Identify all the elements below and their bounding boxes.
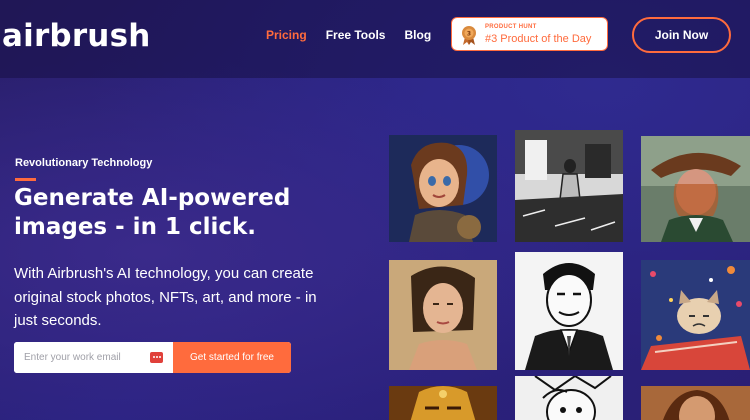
eyebrow-underline xyxy=(15,178,36,181)
gallery-image-grumpy-cat[interactable] xyxy=(641,260,750,370)
image-gallery xyxy=(389,128,750,420)
hero-subtext: With Airbrush's AI technology, you can c… xyxy=(14,265,317,329)
nav-link-free-tools[interactable]: Free Tools xyxy=(326,28,386,42)
nav-link-blog[interactable]: Blog xyxy=(404,28,431,42)
badge-title: #3 Product of the Day xyxy=(485,33,592,45)
gallery-image-sketch-man-suit[interactable] xyxy=(515,252,623,370)
hero-eyebrow: Revolutionary Technology xyxy=(15,157,153,169)
medal-icon: 3 xyxy=(462,26,476,45)
svg-text:3: 3 xyxy=(467,31,471,38)
autofill-icon[interactable] xyxy=(150,352,163,363)
nav-link-pricing[interactable]: Pricing xyxy=(266,28,307,42)
gallery-image-comic-face[interactable] xyxy=(515,376,623,420)
gallery-image-cartoon-heroine[interactable] xyxy=(389,135,497,242)
airbrush-logo[interactable]: airbrush xyxy=(2,18,151,54)
site-header: airbrush Pricing Free Tools Blog 3 PRODU… xyxy=(0,0,750,78)
join-now-button[interactable]: Join Now xyxy=(632,17,731,53)
gallery-image-woman-hat[interactable] xyxy=(641,136,750,242)
main-nav: Pricing Free Tools Blog xyxy=(266,28,431,42)
get-started-button[interactable]: Get started for free xyxy=(173,342,291,373)
gallery-image-golden-mask[interactable] xyxy=(389,386,497,420)
gallery-image-warm-portrait[interactable] xyxy=(641,386,750,420)
badge-caption: PRODUCT HUNT xyxy=(485,24,537,30)
gallery-image-sketch-room[interactable] xyxy=(515,130,623,242)
hero-headline: Generate AI-powered images - in 1 click. xyxy=(14,185,291,240)
gallery-image-portrait-woman[interactable] xyxy=(389,260,497,370)
product-hunt-badge[interactable]: 3 PRODUCT HUNT #3 Product of the Day xyxy=(451,17,608,51)
signup-form: Get started for free xyxy=(14,342,291,373)
